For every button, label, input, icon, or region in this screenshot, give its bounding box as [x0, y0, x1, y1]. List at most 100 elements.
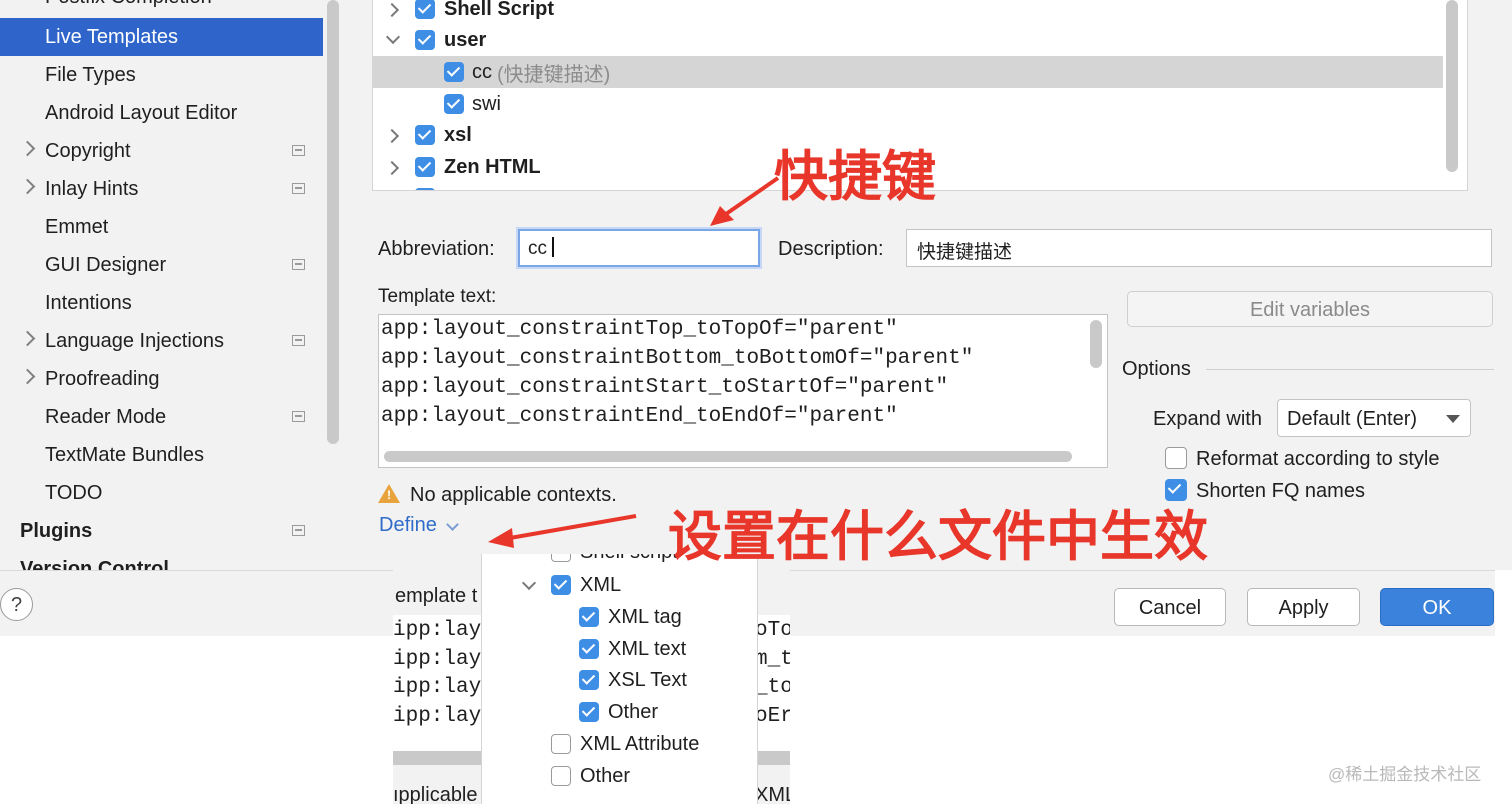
tree-row-shell-script[interactable]: Shell Script — [373, 0, 1443, 25]
checkbox-checked[interactable] — [415, 188, 435, 190]
popup-item-label: Shell script — [580, 554, 678, 564]
tree-row-label: swi — [472, 92, 501, 115]
code-line: app:layout_constraintTop_toTopOf="parent… — [381, 318, 898, 341]
sidebar-item-cut[interactable]: Postfix Completion — [45, 0, 212, 9]
ok-button[interactable]: OK — [1380, 588, 1494, 626]
sidebar-item-android-layout-editor[interactable]: Android Layout Editor — [0, 94, 323, 132]
tree-row-label: user — [444, 28, 487, 51]
popup-item-xml[interactable]: XML — [482, 571, 757, 601]
code-line: ipp:lay — [393, 619, 482, 642]
sidebar-item-gui-designer[interactable]: GUI Designer — [0, 246, 323, 284]
popup-item-other[interactable]: Other — [482, 762, 757, 792]
sidebar-item-emmet[interactable]: Emmet — [0, 208, 323, 246]
chevron-right-icon[interactable] — [19, 178, 36, 195]
checkbox-checked[interactable] — [579, 607, 599, 627]
tree-row-label: xsl — [444, 123, 472, 146]
tree-row-label: Zen HTML — [444, 155, 541, 178]
sidebar-item-live-templates[interactable]: Live Templates — [0, 18, 323, 56]
checkbox-checked[interactable] — [444, 94, 464, 114]
expand-with-select[interactable]: Default (Enter) — [1277, 399, 1471, 437]
annotation-arrow-icon — [710, 176, 780, 226]
chevron-right-icon[interactable] — [19, 368, 36, 385]
popup-item-label: XML text — [608, 638, 687, 660]
template-text-editor[interactable]: app:layout_constraintTop_toTopOf="parent… — [378, 314, 1108, 468]
sidebar-item-plugins[interactable]: Plugins — [0, 512, 323, 550]
tree-scrollbar[interactable] — [1446, 0, 1458, 172]
checkbox-checked[interactable] — [415, 157, 435, 177]
expand-with-value: Default (Enter) — [1287, 408, 1418, 430]
sidebar-item-language-injections[interactable]: Language Injections — [0, 322, 323, 360]
edit-variables-button[interactable]: Edit variables — [1127, 291, 1493, 327]
sidebar-item-proofreading[interactable]: Proofreading — [0, 360, 323, 398]
annotation-arrow-icon — [488, 514, 637, 548]
checkbox-checked[interactable] — [579, 670, 599, 690]
sidebar-item-todo[interactable]: TODO — [0, 474, 323, 512]
checkbox-checked[interactable] — [415, 125, 435, 145]
template-horizontal-scrollbar[interactable] — [384, 451, 1072, 462]
checkbox-unchecked[interactable] — [551, 766, 571, 786]
chevron-right-icon[interactable] — [384, 2, 400, 18]
popup-item-xml-tag[interactable]: XML tag — [482, 603, 757, 633]
code-line: oEr — [755, 705, 790, 728]
sidebar-item-label: Proofreading — [45, 367, 160, 390]
checkbox-checked[interactable] — [444, 62, 464, 82]
tree-row-label: Shell Script — [444, 0, 555, 20]
expand-with-label: Expand with — [1153, 408, 1262, 430]
apply-button[interactable]: Apply — [1247, 588, 1360, 626]
checkbox-checked[interactable] — [551, 575, 571, 595]
context-label: XML — [755, 784, 790, 804]
context-popup: Shell script XML XML tag XML text XSL Te… — [481, 554, 758, 804]
sidebar-item-label: Plugins — [20, 519, 93, 542]
chevron-right-icon[interactable] — [384, 128, 400, 144]
description-input[interactable]: 快捷键描述 — [906, 229, 1492, 267]
chevron-right-icon[interactable] — [384, 160, 400, 176]
popup-item-label: XSL Text — [608, 669, 687, 691]
chevron-down-icon[interactable] — [385, 29, 401, 45]
checkbox-checked[interactable] — [579, 639, 599, 659]
chevron-right-icon[interactable] — [19, 140, 36, 157]
checkbox-checked[interactable] — [579, 702, 599, 722]
sidebar-item-copyright[interactable]: Copyright — [0, 132, 323, 170]
sidebar-item-textmate-bundles[interactable]: TextMate Bundles — [0, 436, 323, 474]
checkbox-checked[interactable] — [415, 0, 435, 19]
sidebar-item-inlay-hints[interactable]: Inlay Hints — [0, 170, 323, 208]
sidebar-item-intentions[interactable]: Intentions — [0, 284, 323, 322]
tree-row-cc[interactable]: cc (快捷键描述) — [373, 56, 1443, 88]
project-scope-icon — [292, 259, 305, 270]
chevron-right-icon[interactable] — [19, 330, 36, 347]
shorten-fq-label: Shorten FQ names — [1196, 480, 1365, 502]
tree-row-swi[interactable]: swi — [373, 88, 1443, 120]
sidebar-item-label: Inlay Hints — [45, 177, 139, 200]
checkbox-unchecked[interactable] — [551, 734, 571, 754]
code-line: _to — [755, 676, 790, 699]
sidebar-item-label: TODO — [45, 481, 103, 504]
checkbox-unchecked[interactable] — [551, 554, 571, 562]
cancel-button[interactable]: Cancel — [1114, 588, 1226, 626]
popup-item-xsl-text[interactable]: XSL Text — [482, 666, 757, 696]
code-line: oTo — [755, 619, 790, 642]
checkbox-checked[interactable] — [415, 30, 435, 50]
define-link[interactable]: Define — [379, 514, 437, 537]
template-text-label: emplate t — [395, 585, 478, 607]
help-button[interactable]: ? — [0, 588, 33, 621]
code-line: ipp:lay — [393, 676, 482, 699]
code-line: ipp:lay — [393, 648, 482, 671]
code-line: m_t — [755, 648, 790, 671]
warning-text: No applicable contexts. — [410, 484, 617, 506]
reformat-checkbox[interactable] — [1165, 447, 1187, 469]
project-scope-icon — [292, 335, 305, 346]
project-scope-icon — [292, 411, 305, 422]
sidebar-item-label: Live Templates — [45, 25, 179, 48]
sidebar-item-label: Emmet — [45, 215, 109, 238]
popup-item-xml-text[interactable]: XML text — [482, 635, 757, 665]
popup-item-xml-other[interactable]: Other — [482, 698, 757, 728]
project-scope-icon — [292, 525, 305, 536]
sidebar-item-version-control[interactable]: Version Control — [0, 550, 323, 571]
chevron-down-icon[interactable] — [521, 575, 537, 591]
sidebar-scrollbar[interactable] — [327, 0, 339, 444]
popup-item-xml-attribute[interactable]: XML Attribute — [482, 730, 757, 760]
sidebar-item-file-types[interactable]: File Types — [0, 56, 323, 94]
tree-row-user[interactable]: user — [373, 24, 1443, 56]
template-vertical-scrollbar[interactable] — [1090, 320, 1102, 368]
sidebar-item-reader-mode[interactable]: Reader Mode — [0, 398, 323, 436]
